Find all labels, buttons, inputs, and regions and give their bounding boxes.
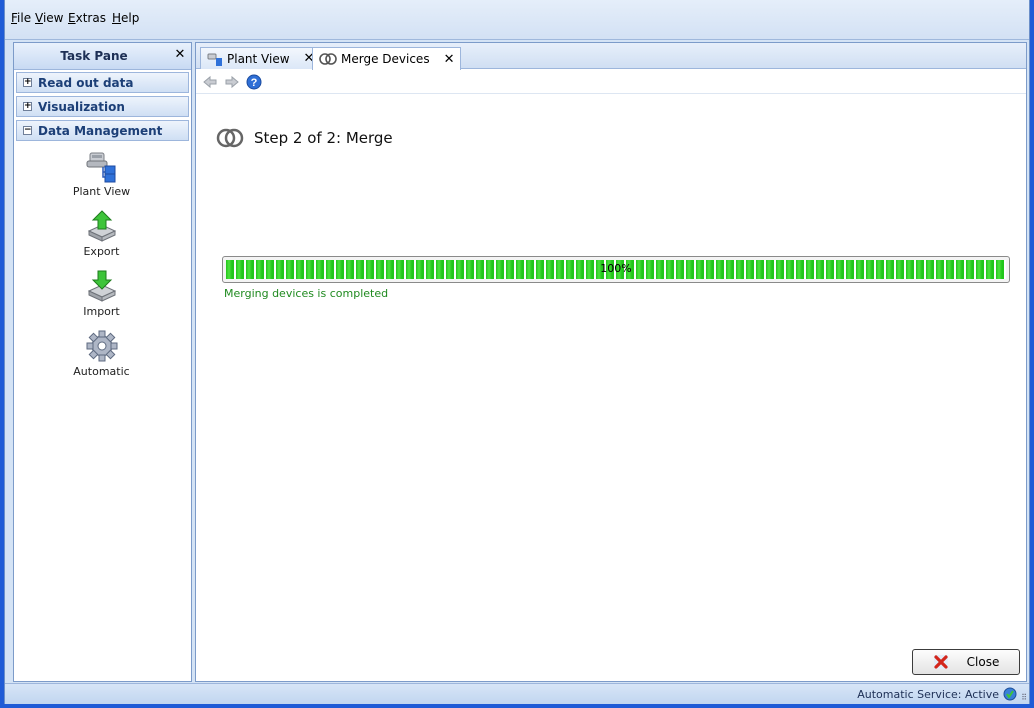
expand-icon: +	[23, 77, 32, 87]
tab-label: Plant View	[227, 51, 290, 66]
task-item-label: Plant View	[72, 185, 131, 198]
menu-help[interactable]: Help	[112, 11, 139, 25]
menu-bar: File View Extras Help	[5, 0, 1029, 40]
task-pane-title: Task Pane	[60, 49, 128, 63]
step-title: Step 2 of 2: Merge	[254, 129, 393, 147]
menu-help-label: elp	[121, 11, 140, 25]
menu-file-label: ile	[17, 11, 32, 25]
help-icon[interactable]: ?	[246, 74, 262, 90]
close-icon	[933, 655, 948, 669]
close-icon[interactable]: ✕	[444, 52, 455, 67]
collapse-icon: −	[23, 125, 32, 135]
application-window: File View Extras Help Task Pane ✕ + Read…	[4, 0, 1030, 704]
task-pane-close-icon[interactable]: ✕	[173, 47, 187, 63]
merge-icon	[216, 128, 244, 148]
import-icon	[87, 270, 116, 302]
task-pane: Task Pane ✕ + Read out data + Visualizat…	[13, 42, 192, 682]
task-pane-header: Task Pane ✕	[14, 43, 191, 70]
task-item-label: Import	[83, 305, 120, 318]
tab-bar: Plant View ✕ Merge Devices ✕	[196, 43, 1026, 70]
back-arrow-icon[interactable]	[202, 74, 218, 90]
menu-extras[interactable]: Extras	[68, 11, 106, 25]
close-button-label: Close	[966, 655, 1000, 669]
step-header: Step 2 of 2: Merge	[216, 128, 393, 148]
task-item-label: Export	[83, 245, 120, 258]
svg-text:?: ?	[251, 77, 258, 89]
group-label: Read out data	[38, 76, 134, 90]
progress-percent: 100%	[600, 262, 632, 275]
export-icon	[87, 210, 116, 242]
group-label: Visualization	[38, 100, 125, 114]
close-button[interactable]: Close	[912, 649, 1020, 675]
menu-view-label: iew	[42, 11, 64, 25]
status-text: Automatic Service: Active	[857, 688, 999, 701]
group-visualization[interactable]: + Visualization	[16, 96, 189, 117]
menu-help-accel: H	[112, 11, 122, 25]
task-item-label: Automatic	[73, 365, 130, 378]
plant-view-icon	[86, 152, 115, 183]
menu-file[interactable]: File	[11, 11, 31, 25]
gear-icon	[86, 330, 117, 362]
group-data-management[interactable]: − Data Management	[16, 120, 189, 141]
merge-icon	[319, 53, 337, 65]
expand-icon: +	[23, 101, 32, 111]
tab-label: Merge Devices	[341, 52, 430, 66]
task-item-automatic[interactable]: Automatic	[14, 329, 189, 378]
main-panel: Plant View ✕ Merge Devices ✕ ? Step 2 of…	[195, 42, 1027, 682]
task-item-plant-view[interactable]: Plant View	[14, 149, 189, 198]
progress-message: Merging devices is completed	[224, 287, 389, 300]
group-label: Data Management	[38, 124, 163, 138]
menu-extras-label: xtras	[75, 11, 106, 25]
status-bar: Automatic Service: Active ⠿	[5, 683, 1029, 704]
tab-merge-devices[interactable]: Merge Devices ✕	[312, 47, 462, 70]
task-item-export[interactable]: Export	[14, 209, 189, 258]
toolbar: ?	[196, 70, 1026, 94]
menu-view-accel: V	[35, 11, 43, 25]
tab-plant-view[interactable]: Plant View ✕	[200, 47, 322, 69]
group-read-out-data[interactable]: + Read out data	[16, 72, 189, 93]
forward-arrow-icon[interactable]	[224, 74, 240, 90]
progress-bar: 100%	[222, 256, 1010, 283]
plant-view-icon	[207, 53, 222, 66]
task-item-import[interactable]: Import	[14, 269, 189, 318]
service-active-icon	[1003, 687, 1017, 701]
menu-extras-accel: E	[68, 11, 76, 25]
resize-grip-icon[interactable]: ⠿	[1021, 693, 1027, 702]
menu-view[interactable]: View	[35, 11, 63, 25]
